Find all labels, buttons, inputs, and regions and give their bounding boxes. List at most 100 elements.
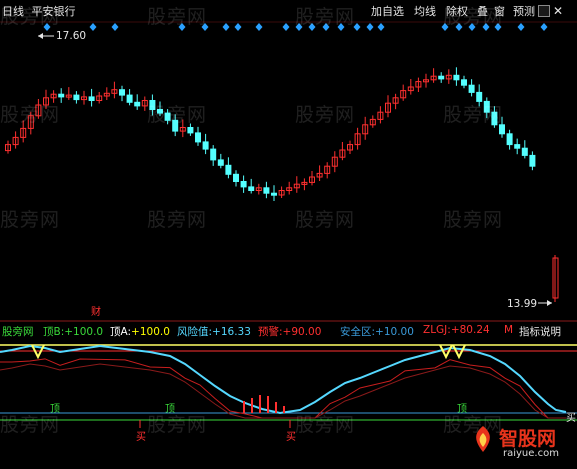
candle-body [202,141,209,150]
candle-body [514,144,521,149]
signal-diamond [201,23,209,31]
finance-tag[interactable]: 财 [91,303,101,318]
candle-body [521,147,528,156]
candle-body [461,79,467,86]
candle-body [157,109,163,114]
candle-body [263,187,270,194]
brand-logo: 智股网 raiyue.com [466,420,577,465]
ex-rights-button[interactable]: 除权 [446,3,468,20]
candle-body [217,159,224,166]
low-arrow-icon [547,300,552,306]
candle-body [529,154,536,167]
signal-diamond [455,23,463,31]
signal-diamond [441,23,449,31]
candle-body [499,124,505,135]
histogram-bar [275,402,277,413]
signal-diamond [353,23,361,31]
candle-body [195,132,201,143]
high-arrow-icon [38,33,43,39]
histogram-bar [283,406,285,413]
signal-diamond [43,23,51,31]
signal-diamond [89,23,97,31]
high-price-label: 17.60 [56,30,87,42]
candle-body [172,119,179,132]
candle-body [506,133,513,146]
candle-body [225,164,232,175]
buy-signal-label: 买 [136,431,146,443]
buy-signal-label: 买 [286,431,296,443]
signal-diamond [308,23,316,31]
candlesticks [5,67,559,302]
indicator-name: 股旁网 [2,326,34,338]
signal-diamond [282,23,290,31]
signal-diamond [482,23,490,31]
signal-diamond [540,23,548,31]
top-signal-label: 顶 [165,403,175,415]
indicator-warning: 预警:+90.00 [258,326,322,338]
forecast-button[interactable]: 预测 [513,3,535,20]
brand-logo-icon [476,426,490,452]
brand-name: 智股网 [499,428,557,450]
chart-canvas[interactable]: 买买买顶顶顶 [0,0,577,465]
candle-body [119,89,125,96]
candle-body [134,101,141,107]
signal-diamond [494,23,502,31]
signal-diamond [222,23,230,31]
candle-body [483,100,490,113]
moving-average-button[interactable]: 均线 [414,3,436,20]
candle-body [453,74,460,81]
signal-diamond [377,23,385,31]
histogram-bar [267,396,269,413]
brand-url: raiyue.com [503,448,559,459]
window-button[interactable]: 窗 [494,3,505,20]
period-label: 日线 [2,5,24,18]
indicator-safe-zone: 安全区:+10.00 [340,326,414,338]
candle-body [164,112,171,121]
candle-body [210,148,217,161]
candle-body [468,84,475,93]
indicator-zlgj: ZLGJ:+80.24 [423,324,490,336]
signal-diamond [517,23,525,31]
kline-chart[interactable]: 买买买顶顶顶 股旁网 股旁网 股旁网 股旁网 股旁网 股旁网 股旁网 股旁网 股旁网 股旁网 股旁网… [0,0,577,465]
indicator-help-button[interactable]: 指标说明 [519,324,561,339]
stock-name: 平安银行 [31,5,76,18]
candle-body [240,181,247,188]
candle-body [491,111,498,126]
chart-title: 日线 平安银行 [2,3,76,19]
signal-diamond [255,23,263,31]
signal-diamond [111,23,119,31]
price-markers [38,33,552,306]
indicator-m-mark: M [504,324,514,336]
candle-body [233,173,239,183]
signal-diamond [322,23,330,31]
candle-body [438,75,445,80]
signal-diamond [295,23,303,31]
histogram-bar [259,395,261,413]
signal-diamond [337,23,345,31]
candle-body [476,91,483,102]
risk-line [0,344,567,415]
candle-body [149,100,156,110]
candle-body [126,94,133,103]
signal-diamond [468,23,476,31]
panel-toggle-icon[interactable] [538,5,550,17]
top-signal-label: 顶 [457,403,467,415]
signal-diamond [366,23,374,31]
signal-diamond [178,23,186,31]
top-signal-label: 顶 [50,403,60,415]
indicator-risk: 风险值:+16.33 [177,326,251,338]
candle-body [187,127,194,134]
candle-body [271,192,277,196]
close-icon[interactable]: ✕ [553,4,563,18]
indicator-top-a: 顶A:+100.0 [110,326,170,338]
histogram-bar [251,398,253,413]
indicator-top-b: 顶B:+100.0 [43,326,104,338]
candle-body [248,186,255,191]
signal-diamond [234,23,242,31]
histogram-bar [243,401,245,413]
signal-diamonds [43,23,548,31]
candle-body [58,93,65,98]
overlay-button[interactable]: 叠 [477,3,488,20]
candle-body [88,96,95,102]
add-watchlist-button[interactable]: 加自选 [371,3,404,20]
